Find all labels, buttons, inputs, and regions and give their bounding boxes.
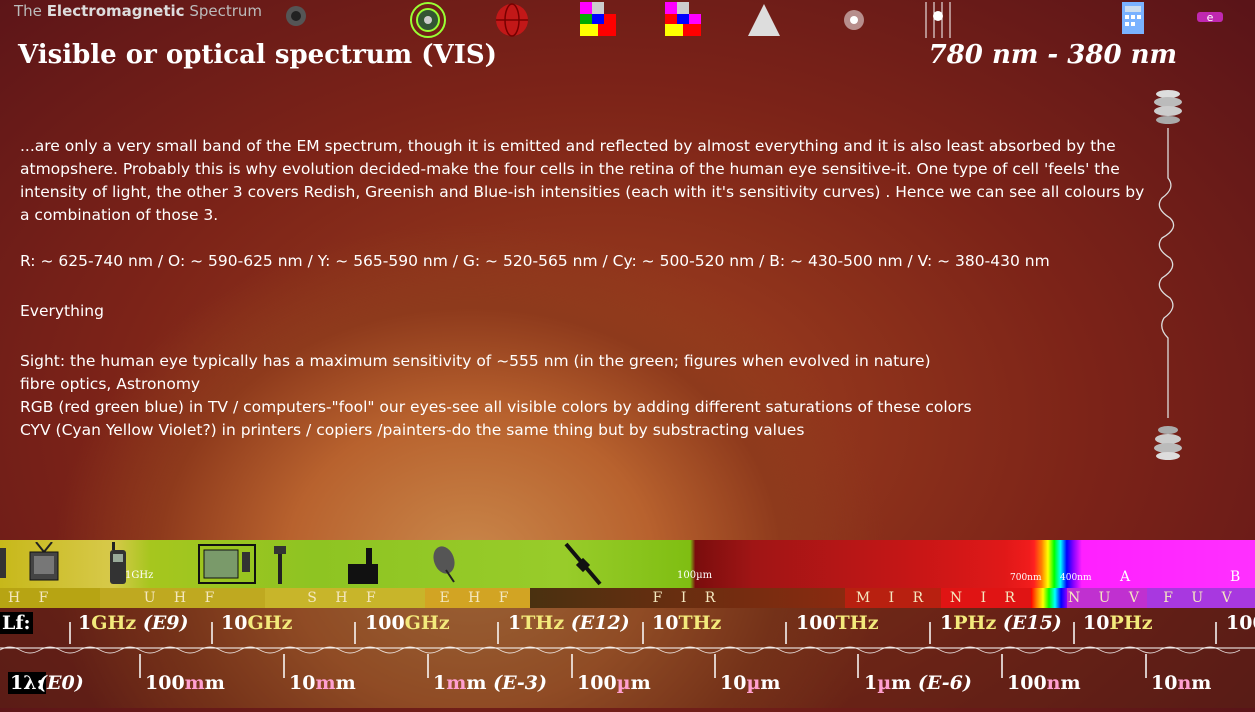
brand-bold: Electromagnetic	[46, 2, 185, 20]
wavelength-axis-prefix: 1	[10, 672, 24, 694]
tower-icon	[270, 542, 290, 586]
prism-icon[interactable]	[746, 2, 780, 36]
star-icon[interactable]	[836, 2, 870, 36]
microwave-icon	[198, 542, 256, 586]
satellite-dish-icon	[432, 542, 462, 586]
wave-indicator-icon	[1154, 90, 1182, 460]
freq-label: 1THz (E12)	[508, 612, 630, 634]
wave-label: 1µm (E-6)	[864, 672, 972, 694]
color-ranges: R: ~ 625-740 nm / O: ~ 590-625 nm / Y: ~…	[20, 252, 1050, 270]
wavelength-range: 780 nm - 380 nm	[928, 40, 1177, 70]
freq-label: 10GHz	[221, 612, 293, 634]
freq-label: 1GHz (E9)	[78, 612, 189, 634]
freq-label: 10PHz	[1083, 612, 1153, 634]
color-bars-icon[interactable]	[580, 2, 616, 36]
label-400nm: 400nm	[1060, 573, 1092, 583]
freq-label: 100GHz	[365, 612, 450, 634]
wave-label: 100µm	[577, 672, 651, 694]
wave-label: 10µm	[720, 672, 781, 694]
band-uhf[interactable]: U H F	[100, 588, 265, 608]
sources-text: Everything	[20, 302, 104, 320]
target-icon[interactable]	[410, 2, 446, 38]
wave-label: 1mm (E-3)	[433, 672, 547, 694]
use-item: Sight: the human eye typically has a max…	[20, 352, 931, 370]
use-item: RGB (red green blue) in TV / computers-"…	[20, 398, 972, 416]
use-item: fibre optics, Astronomy	[20, 375, 201, 393]
description: ...are only a very small band of the EM …	[20, 135, 1155, 442]
band-shf[interactable]: S H F	[265, 588, 425, 608]
color-bars-icon[interactable]	[665, 2, 701, 36]
site-logo[interactable]: The Electromagnetic Spectrum	[14, 2, 262, 20]
label-uv-b: B	[1230, 569, 1241, 585]
use-item: CYV (Cyan Yellow Violet?) in printers / …	[20, 421, 805, 439]
globe-icon[interactable]	[494, 2, 528, 37]
top-toolbar: The Electromagnetic Spectrum e	[0, 0, 1255, 38]
brand-suffix: Spectrum	[189, 2, 263, 20]
brand-prefix: The	[14, 2, 42, 20]
wave-label: 100mm	[145, 672, 225, 694]
wave-label: 10nm	[1151, 672, 1212, 694]
svg-text:e: e	[1207, 11, 1214, 24]
freq-label: 100THz	[796, 612, 879, 634]
e-logo-icon[interactable]: e	[1197, 2, 1231, 36]
band-mir[interactable]: M I R	[845, 588, 941, 608]
label-100um: 100µm	[677, 570, 713, 581]
page-title: Visible or optical spectrum (VIS)	[18, 40, 497, 70]
label-uv-a: A	[1120, 569, 1131, 585]
freq-label: 1PHz (E15)	[940, 612, 1062, 634]
band-fuv[interactable]: F U V	[1147, 588, 1255, 608]
wave-label: 10mm	[289, 672, 356, 694]
tv-icon	[0, 541, 60, 586]
wave-label: 100nm	[1007, 672, 1081, 694]
label-700nm: 700nm	[1010, 573, 1042, 583]
band-nir[interactable]: N I R	[941, 588, 1031, 608]
band-fir[interactable]: F I R	[530, 588, 845, 608]
band-labels: H F U H F S H F E H F F I R M I R N I R …	[0, 588, 1255, 608]
freq-label: 100	[1226, 612, 1255, 634]
band-nuv[interactable]: N U V	[1067, 588, 1147, 608]
frequency-axis-label: Lf:	[0, 612, 33, 634]
label-1ghz: 1GHz	[125, 570, 154, 581]
wave-label: (E0)	[38, 672, 84, 694]
settings-icon[interactable]	[282, 2, 316, 36]
satellite-icon	[560, 542, 604, 586]
intro-text: ...are only a very small band of the EM …	[20, 137, 1145, 224]
factory-icon	[346, 542, 380, 586]
band-ehf[interactable]: E H F	[425, 588, 530, 608]
band-hf[interactable]: H F	[0, 588, 100, 608]
freq-label: 10THz	[652, 612, 722, 634]
band-visible[interactable]	[1031, 588, 1067, 608]
calculator-icon[interactable]	[1120, 2, 1154, 36]
light-burst-icon[interactable]	[920, 2, 954, 38]
